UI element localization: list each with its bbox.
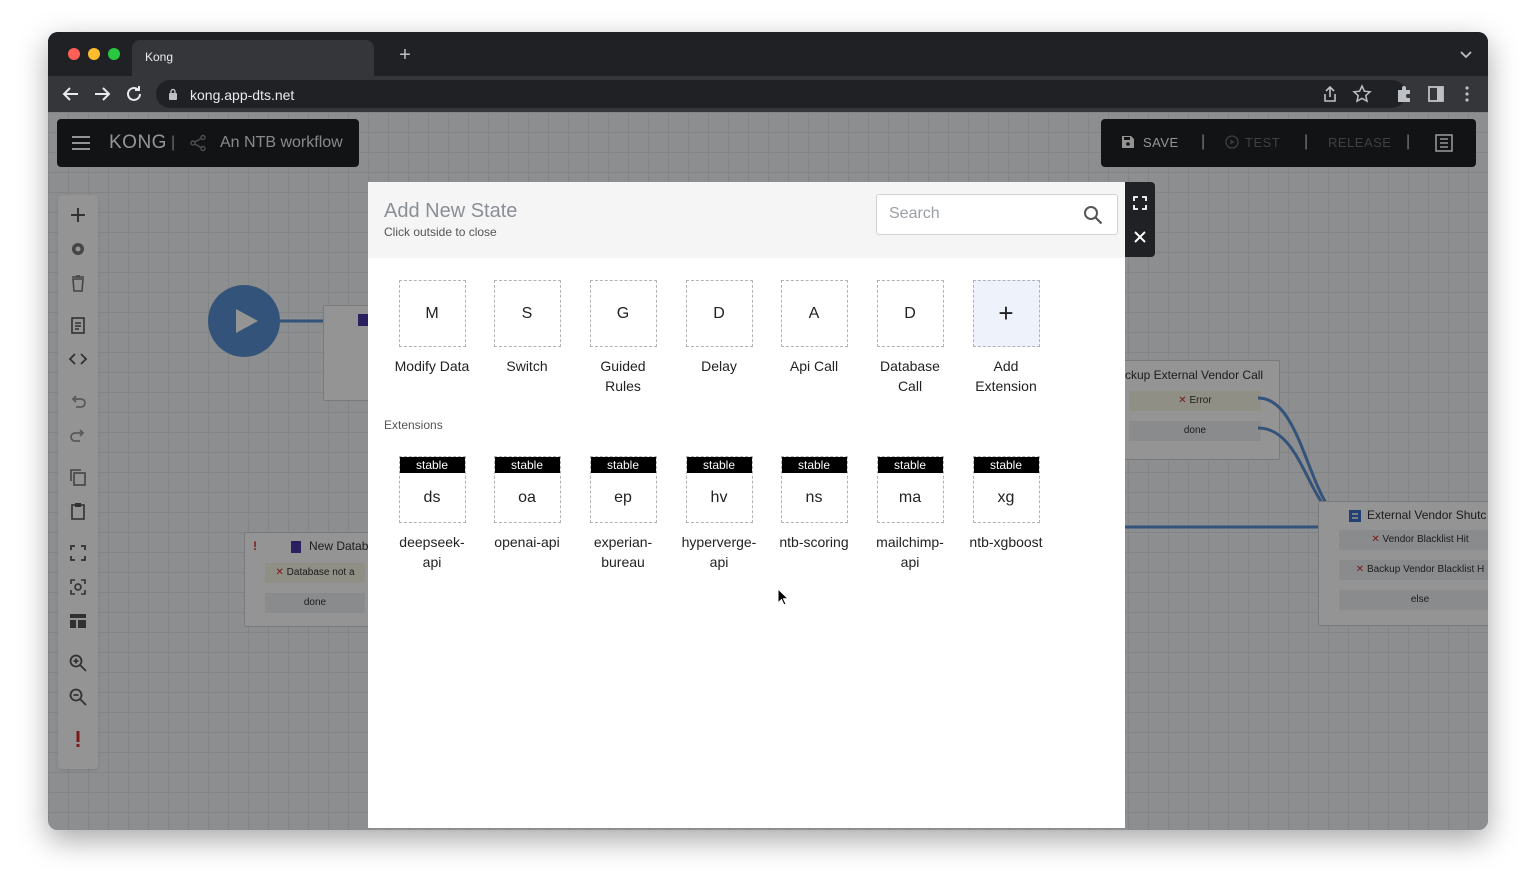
extension-icon-box: stable hv: [685, 456, 753, 523]
side-panel-icon[interactable]: [1426, 84, 1446, 104]
stable-badge: stable: [686, 457, 752, 473]
state-icon-box: G: [589, 280, 657, 347]
add-state-modal: Add New State Click outside to close M M…: [368, 182, 1125, 828]
state-tile-modify-data[interactable]: M Modify Data: [384, 280, 480, 376]
extension-abbr: xg: [997, 488, 1015, 506]
stable-badge: stable: [781, 457, 847, 473]
minimize-window-button[interactable]: [88, 48, 100, 60]
state-label: Modify Data: [394, 358, 470, 374]
stable-badge: stable: [877, 457, 943, 473]
state-label: Api Call: [789, 358, 839, 374]
extension-abbr: ma: [898, 488, 922, 506]
state-tile-add-extension[interactable]: + Add Extension: [958, 280, 1054, 396]
state-label: Guided Rules: [600, 358, 646, 394]
search-icon[interactable]: [1083, 205, 1103, 225]
extension-tile-deepseek-api[interactable]: stable ds deepseek-api: [384, 456, 480, 572]
lock-icon: [169, 88, 177, 100]
extension-label: ntb-scoring: [779, 534, 849, 550]
expand-icon[interactable]: [1132, 195, 1148, 211]
extension-abbr: ds: [423, 488, 441, 506]
extension-icon-box: stable ds: [398, 456, 466, 523]
stable-badge: stable: [399, 457, 465, 473]
state-icon-box: S: [493, 280, 561, 347]
browser-tab[interactable]: Kong: [132, 40, 374, 76]
extension-label: mailchimp-api: [876, 534, 944, 570]
extension-icon-box: stable ns: [780, 456, 848, 523]
modal-side-controls: [1125, 182, 1155, 257]
tab-strip: Kong +: [48, 32, 1488, 76]
plus-icon: +: [972, 280, 1040, 347]
close-icon[interactable]: [1132, 229, 1148, 245]
share-page-icon[interactable]: [1320, 84, 1340, 104]
state-tile-api-call[interactable]: A Api Call: [766, 280, 862, 376]
maximize-window-button[interactable]: [108, 48, 120, 60]
stable-badge: stable: [494, 457, 560, 473]
reload-icon[interactable]: [123, 83, 145, 105]
stable-badge: stable: [973, 457, 1039, 473]
state-icon-box: D: [685, 280, 753, 347]
url-text: kong.app-dts.net: [190, 87, 295, 103]
state-tile-delay[interactable]: D Delay: [671, 280, 767, 376]
app-viewport: KONG | An NTB workflow SAVE | TEST | REL…: [48, 112, 1488, 830]
extension-abbr: ns: [805, 488, 823, 506]
browser-window: Kong + kong.app-dts.net KONG | An NTB wo…: [48, 32, 1488, 830]
state-icon-box: A: [780, 280, 848, 347]
tab-title: Kong: [145, 50, 174, 64]
state-icon-box: D: [876, 280, 944, 347]
extension-tile-ntb-xgboost[interactable]: stable xg ntb-xgboost: [958, 456, 1054, 552]
modal-header: Add New State Click outside to close: [368, 182, 1125, 258]
state-label: Switch: [506, 358, 548, 374]
extension-label: ntb-xgboost: [969, 534, 1043, 550]
state-label: Delay: [701, 358, 737, 374]
search-input[interactable]: [889, 205, 1069, 223]
bookmark-star-icon[interactable]: [1352, 84, 1372, 104]
new-tab-button[interactable]: +: [394, 44, 416, 66]
close-window-button[interactable]: [68, 48, 80, 60]
extension-label: deepseek-api: [399, 534, 465, 570]
chevron-down-icon[interactable]: [1458, 46, 1474, 62]
stable-badge: stable: [590, 457, 656, 473]
mouse-cursor-icon: [777, 588, 789, 606]
state-icon-box: M: [398, 280, 466, 347]
extension-label: openai-api: [494, 534, 560, 550]
extension-icon-box: stable oa: [493, 456, 561, 523]
back-arrow-icon[interactable]: [60, 83, 82, 105]
extension-tile-experian-bureau[interactable]: stable ep experian-bureau: [575, 456, 671, 572]
extension-label: experian-bureau: [593, 534, 653, 570]
search-box[interactable]: [876, 194, 1118, 235]
extension-label: hyperverge-api: [681, 534, 757, 570]
extensions-puzzle-icon[interactable]: [1394, 84, 1414, 104]
extension-tile-hyperverge-api[interactable]: stable hv hyperverge-api: [671, 456, 767, 572]
extension-abbr: ep: [614, 488, 632, 506]
extensions-heading: Extensions: [384, 418, 443, 432]
extension-tile-mailchimp-api[interactable]: stable ma mailchimp-api: [862, 456, 958, 572]
state-label: Add Extension: [975, 358, 1037, 394]
modal-title: Add New State: [384, 200, 518, 222]
browser-menu-icon[interactable]: [1457, 84, 1477, 104]
extension-abbr: oa: [518, 488, 536, 506]
extension-icon-box: stable xg: [972, 456, 1040, 523]
browser-toolbar: kong.app-dts.net: [48, 76, 1488, 112]
state-tile-switch[interactable]: S Switch: [479, 280, 575, 376]
extension-icon-box: stable ep: [589, 456, 657, 523]
forward-arrow-icon[interactable]: [91, 83, 113, 105]
state-label: Database Call: [880, 358, 940, 394]
extension-abbr: hv: [710, 488, 728, 506]
state-tile-guided-rules[interactable]: G Guided Rules: [575, 280, 671, 396]
extension-icon-box: stable ma: [876, 456, 944, 523]
modal-subtitle: Click outside to close: [384, 225, 497, 239]
state-tile-database-call[interactable]: D Database Call: [862, 280, 958, 396]
extension-tile-openai-api[interactable]: stable oa openai-api: [479, 456, 575, 552]
extension-tile-ntb-scoring[interactable]: stable ns ntb-scoring: [766, 456, 862, 552]
address-bar[interactable]: kong.app-dts.net: [156, 80, 1406, 108]
